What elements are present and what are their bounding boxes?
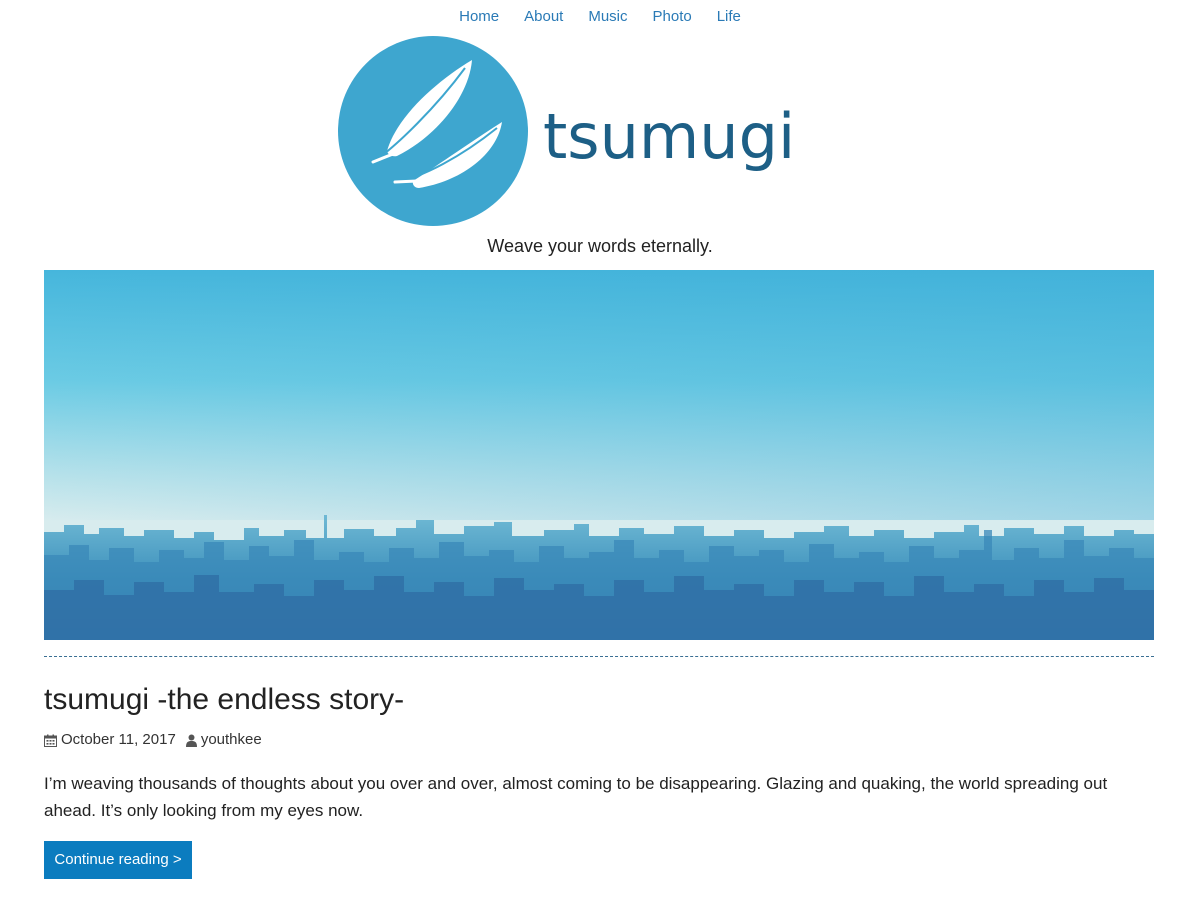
- nav-item-music[interactable]: Music: [588, 6, 627, 28]
- post-author[interactable]: youthkee: [201, 730, 262, 750]
- top-nav: Home About Music Photo Life: [0, 6, 1200, 28]
- page: Home About Music Photo Life tsumugi Weav…: [0, 0, 1200, 900]
- site-logo[interactable]: tsumugi: [337, 36, 797, 228]
- post-title[interactable]: tsumugi -the endless story-: [44, 680, 404, 720]
- nav-item-about[interactable]: About: [524, 6, 563, 28]
- user-icon: [185, 734, 197, 747]
- nav-item-home[interactable]: Home: [459, 6, 499, 28]
- post-meta: October 11, 2017 youthkee: [44, 730, 262, 750]
- nav-item-photo[interactable]: Photo: [653, 6, 692, 28]
- nav-item-life[interactable]: Life: [717, 6, 741, 28]
- logo-text: tsumugi: [543, 100, 795, 173]
- post-excerpt: I’m weaving thousands of thoughts about …: [44, 774, 1108, 820]
- hero-image: [44, 270, 1154, 640]
- continue-reading-button[interactable]: Continue reading >: [44, 841, 192, 879]
- post-date[interactable]: October 11, 2017: [61, 730, 176, 750]
- calendar-icon: [44, 734, 57, 747]
- site-tagline: Weave your words eternally.: [487, 236, 713, 256]
- section-divider: [44, 656, 1154, 657]
